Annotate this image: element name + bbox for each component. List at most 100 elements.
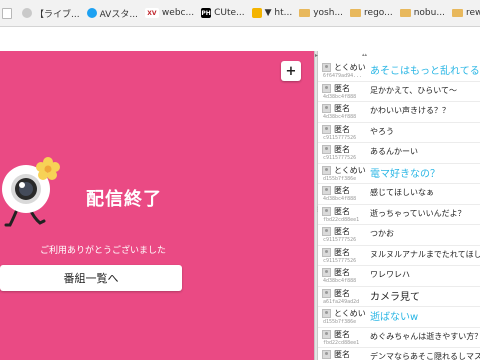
comment-username: 匿名	[334, 268, 350, 277]
program-list-button[interactable]: 番組一覧へ	[0, 265, 182, 291]
comment-user[interactable]: 匿名	[322, 206, 350, 217]
bookmark-item[interactable]: XV webc...	[143, 3, 196, 23]
comment-user[interactable]: 匿名	[322, 144, 350, 155]
comment-text: あそこはもっと乱れてるね	[370, 66, 480, 77]
bookmark-item[interactable]: ▼ ht...	[250, 3, 295, 23]
mascot-camera-icon	[2, 157, 60, 227]
comment-username: 匿名	[334, 124, 350, 134]
avatar-icon	[322, 247, 331, 257]
comment-user[interactable]: 匿名	[322, 185, 350, 196]
comment-user-id: 4d38bc4f888	[323, 114, 357, 120]
expand-button[interactable]: +	[281, 61, 301, 81]
folder-icon	[350, 9, 362, 17]
avatar-icon	[322, 104, 331, 113]
avatar-icon	[322, 329, 331, 339]
comment-user-id: c9115777526	[323, 155, 357, 161]
comment-username: 匿名	[334, 104, 350, 113]
comment-text: 逝っちゃっていいんだよ？	[370, 208, 466, 218]
bookmark-label: nobu...	[413, 8, 445, 18]
comment-user-id: c9115777526	[323, 134, 357, 141]
comment-text: あるんかーい	[370, 147, 418, 156]
comment-row: 匿名 4d38bc4f888 感じてほしいなぁ	[318, 184, 480, 205]
comment-user[interactable]: 匿名	[322, 329, 350, 340]
circle-icon	[22, 8, 32, 18]
avatar-icon	[322, 165, 331, 175]
comment-row: 匿名 4d38bc4f888 かわいい声きける？？	[318, 102, 480, 123]
comment-username: 匿名	[334, 247, 350, 257]
comment-user-id: fbd22cd88ee1	[323, 339, 360, 346]
comment-username: 匿名	[334, 206, 350, 216]
comment-username: とくめい	[334, 165, 366, 175]
comment-row: 匿名 c9115777526 つかお	[318, 225, 480, 246]
divider-grip-top: ▸	[315, 52, 319, 59]
comment-user-id: fbd22cd88ee1	[323, 216, 360, 223]
comment-text: やろう	[370, 126, 394, 136]
bookmark-item[interactable]	[0, 3, 17, 23]
bookmark-item[interactable]: 【ライブ...	[20, 3, 82, 23]
ph-icon: PH	[201, 8, 212, 18]
comment-user[interactable]: とくめい	[322, 165, 366, 176]
comment-row: 匿名 4d38bc4f888 足かかえて、ひらいて〜	[318, 82, 480, 102]
xv-icon: XV	[144, 8, 159, 18]
comment-row: 匿名 c9115777526 やろう	[318, 123, 480, 143]
lock-icon	[251, 8, 262, 18]
avatar-icon	[322, 83, 331, 93]
comment-username: 匿名	[334, 288, 350, 298]
comment-username: とくめい	[334, 63, 366, 72]
bookmark-item[interactable]: PH CUte...	[199, 3, 247, 23]
comment-text: かわいい声きける？？	[370, 106, 450, 115]
comment-user[interactable]: 匿名	[322, 349, 350, 360]
scroll-arrows-icon[interactable]: ▴▴	[362, 52, 367, 58]
bookmark-label: webc...	[161, 8, 195, 18]
bookmark-label: yosh...	[313, 8, 344, 18]
bookmark-label: rego...	[364, 8, 393, 18]
comment-username: 匿名	[334, 227, 350, 236]
avatar-icon	[322, 206, 331, 216]
bookmark-item[interactable]: nobu...	[398, 3, 447, 23]
comment-username: 匿名	[334, 145, 350, 154]
comment-text: 逝ばないw	[370, 312, 419, 323]
comment-text: ワレワレハ	[370, 270, 410, 279]
comment-user-id: c9115777526	[323, 237, 357, 243]
comment-panel: ▴▴ とくめい 6f6479ad94... あそこはもっと乱れてるね 匿名 4d38bc…	[318, 51, 480, 360]
comment-user-id: 6f6479ad94...	[323, 73, 363, 79]
bookmark-item[interactable]: yosh...	[297, 3, 345, 23]
bookmark-item[interactable]: rego...	[348, 3, 395, 23]
comment-user[interactable]: 匿名	[322, 124, 350, 135]
comment-user[interactable]: 匿名	[322, 288, 350, 299]
bookmark-item[interactable]: rewe...	[450, 3, 480, 23]
comment-panel-header: ▴▴	[318, 51, 480, 61]
bookmark-label: ▼ ht...	[264, 8, 293, 18]
comment-user-id: c9115777526	[323, 257, 357, 264]
page-top-strip	[0, 27, 480, 51]
comment-row: 匿名 fbd22cd88ee1 めぐみちゃんは逝きやすい方？	[318, 328, 480, 348]
comment-text: 足かかえて、ひらいて〜	[370, 85, 457, 95]
comment-username: 匿名	[334, 329, 350, 339]
comment-user[interactable]: 匿名	[322, 83, 350, 94]
avatar-icon	[322, 350, 331, 359]
folder-icon	[399, 9, 411, 17]
avatar-icon	[322, 268, 331, 277]
broadcast-ended-title: 配信終了	[86, 189, 162, 210]
comment-text: デンマならあそこ隠れるしマスク	[370, 352, 480, 360]
comment-user[interactable]: 匿名	[322, 226, 350, 237]
comment-row: 匿名 4d38bc4f888 ワレワレハ	[318, 266, 480, 287]
comment-user[interactable]: とくめい	[322, 308, 366, 319]
comment-username: とくめい	[334, 309, 366, 318]
folder-icon	[299, 9, 311, 17]
avatar-icon	[322, 63, 331, 72]
avatar-icon	[322, 124, 331, 134]
comment-row: 匿名 c9115777526 ヌルヌルアナルまでたれてほしい	[318, 246, 480, 266]
avatar-icon	[322, 288, 331, 298]
comment-user[interactable]: 匿名	[322, 247, 350, 258]
comment-user[interactable]: 匿名	[322, 103, 350, 114]
avatar-icon	[322, 227, 331, 236]
thanks-message: ご利用ありがとうございました	[40, 246, 167, 256]
bookmark-item[interactable]: AVスタ...	[85, 3, 140, 23]
comment-user-id: 4d38bc4f888	[323, 196, 357, 202]
comment-user[interactable]: とくめい	[322, 62, 366, 73]
comment-user[interactable]: 匿名	[322, 267, 350, 278]
comment-row: とくめい d155b7f386e 逝ばないw	[318, 307, 480, 328]
comment-user-id: d155b7f386e	[323, 319, 357, 325]
bookmarks-bar: 【ライブ... AVスタ... XV webc... PH CUte... ▼ ht... y…	[0, 0, 480, 27]
